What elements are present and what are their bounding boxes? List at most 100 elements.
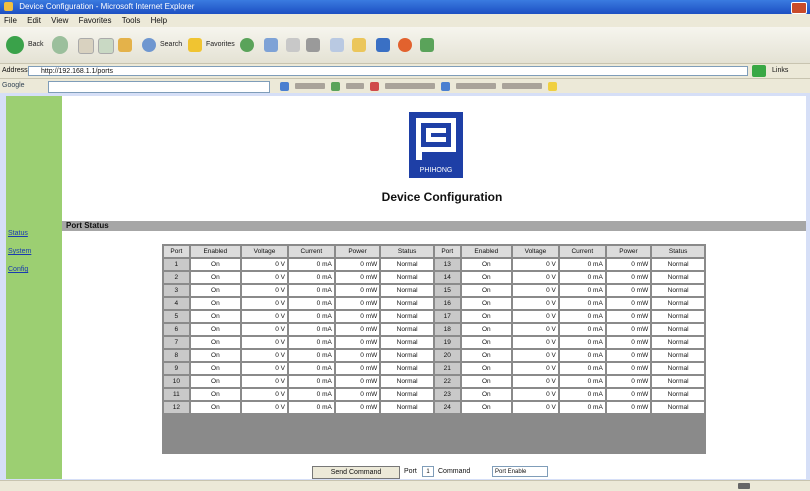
port-voltage: 0 V <box>242 311 287 322</box>
internet-zone-icon <box>738 483 750 489</box>
port-power: 0 mW <box>606 324 651 335</box>
port-number: 7 <box>164 337 189 348</box>
status-bar <box>0 480 810 491</box>
menu-edit[interactable]: Edit <box>27 16 41 25</box>
menu-favorites[interactable]: Favorites <box>79 16 112 25</box>
port-power: 0 mW <box>606 311 651 322</box>
mail-icon[interactable] <box>286 38 300 52</box>
table-row: 5 On 0 V0 mA 0 mW Normal 17 On 0 V0 mA 0 mW Norma… <box>164 311 704 322</box>
go-button[interactable] <box>752 65 766 77</box>
port-enabled: On <box>190 298 241 309</box>
table-row: 8 On 0 V0 mA 0 mW Normal 20 On 0 V0 mA 0 mW Norma… <box>164 350 704 361</box>
google-toolbar-item[interactable] <box>346 83 364 89</box>
port-status: Normal <box>652 389 704 400</box>
google-toolbar-item[interactable] <box>502 83 542 89</box>
highlight-icon[interactable] <box>548 81 557 91</box>
port-current: 0 mA <box>559 376 605 387</box>
google-search-icon[interactable] <box>280 81 289 91</box>
port-number: 20 <box>434 350 460 361</box>
port-power: 0 mW <box>606 389 651 400</box>
port-select[interactable]: 1 <box>422 466 434 477</box>
address-input[interactable]: http://192.168.1.1/ports <box>28 66 748 76</box>
port-voltage: 0 V <box>513 337 558 348</box>
port-voltage: 0 V <box>242 363 287 374</box>
refresh-icon[interactable] <box>98 38 114 54</box>
links-label[interactable]: Links <box>772 64 788 78</box>
print-icon[interactable] <box>306 38 320 52</box>
menu-bar: File Edit View Favorites Tools Help <box>0 14 810 27</box>
google-toolbar-item[interactable] <box>456 83 496 89</box>
send-command-button[interactable]: Send Command <box>312 466 400 479</box>
port-enabled: On <box>190 363 241 374</box>
sidebar-item-status[interactable]: Status <box>8 230 28 237</box>
port-voltage: 0 V <box>513 311 558 322</box>
sidebar-item-system[interactable]: System <box>8 248 31 255</box>
table-row: 1 On 0 V0 mA 0 mW Normal 13 On 0 V0 mA 0 mW Norma… <box>164 259 704 270</box>
research-icon[interactable] <box>398 38 412 52</box>
port-status: Normal <box>381 402 433 413</box>
table-row: 9 On 0 V0 mA 0 mW Normal 21 On 0 V0 mA 0 mW Norma… <box>164 363 704 374</box>
port-power: 0 mW <box>606 285 651 296</box>
sidebar-item-config[interactable]: Config <box>8 266 28 273</box>
back-button[interactable] <box>6 36 24 54</box>
messenger-icon[interactable] <box>376 38 390 52</box>
menu-tools[interactable]: Tools <box>122 16 141 25</box>
forward-button[interactable] <box>52 36 68 54</box>
port-voltage: 0 V <box>513 259 558 270</box>
menu-help[interactable]: Help <box>151 16 167 25</box>
port-enabled: On <box>461 285 511 296</box>
port-enabled: On <box>461 363 511 374</box>
close-window-button[interactable] <box>791 2 807 14</box>
options-icon[interactable] <box>441 81 450 91</box>
port-power: 0 mW <box>335 285 380 296</box>
port-current: 0 mA <box>288 402 334 413</box>
port-number: 22 <box>434 376 460 387</box>
port-current: 0 mA <box>288 272 334 283</box>
google-toolbar-item[interactable] <box>295 83 325 89</box>
port-status: Normal <box>652 324 704 335</box>
media-icon[interactable] <box>240 38 254 52</box>
port-power: 0 mW <box>335 337 380 348</box>
port-voltage: 0 V <box>242 324 287 335</box>
port-voltage: 0 V <box>242 259 287 270</box>
google-search-input[interactable] <box>48 81 270 93</box>
port-number: 21 <box>434 363 460 374</box>
port-number: 16 <box>434 298 460 309</box>
stop-icon[interactable] <box>78 38 94 54</box>
search-icon[interactable] <box>142 38 156 52</box>
port-enabled: On <box>461 337 511 348</box>
menu-file[interactable]: File <box>4 16 17 25</box>
port-enabled: On <box>190 337 241 348</box>
history-icon[interactable] <box>264 38 278 52</box>
port-number: 5 <box>164 311 189 322</box>
port-number: 12 <box>164 402 189 413</box>
address-bar: Address http://192.168.1.1/ports Links <box>0 63 810 78</box>
port-current: 0 mA <box>559 298 605 309</box>
port-status: Normal <box>652 311 704 322</box>
port-enabled: On <box>190 350 241 361</box>
pagerank-icon[interactable] <box>331 81 340 91</box>
port-voltage: 0 V <box>513 272 558 283</box>
port-status: Normal <box>381 259 433 270</box>
home-icon[interactable] <box>118 38 132 52</box>
port-number: 24 <box>434 402 460 413</box>
google-toolbar-item[interactable] <box>385 83 435 89</box>
menu-view[interactable]: View <box>51 16 68 25</box>
table-header-row: Port Enabled Voltage Current Power Statu… <box>164 246 704 257</box>
page-title: Device Configuration <box>381 190 503 204</box>
port-voltage: 0 V <box>513 363 558 374</box>
col-header-status: Status <box>652 246 704 257</box>
favorites-icon[interactable] <box>188 38 202 52</box>
command-select[interactable]: Port Enable <box>492 466 548 477</box>
port-power: 0 mW <box>606 376 651 387</box>
port-number: 8 <box>164 350 189 361</box>
edit-icon[interactable] <box>330 38 344 52</box>
folder-icon[interactable] <box>352 38 366 52</box>
tools-icon[interactable] <box>420 38 434 52</box>
port-enabled: On <box>461 350 511 361</box>
address-label: Address <box>2 67 28 74</box>
port-voltage: 0 V <box>242 376 287 387</box>
table-row: 4 On 0 V0 mA 0 mW Normal 16 On 0 V0 mA 0 mW Norma… <box>164 298 704 309</box>
port-enabled: On <box>190 311 241 322</box>
popup-blocker-icon[interactable] <box>370 81 379 91</box>
